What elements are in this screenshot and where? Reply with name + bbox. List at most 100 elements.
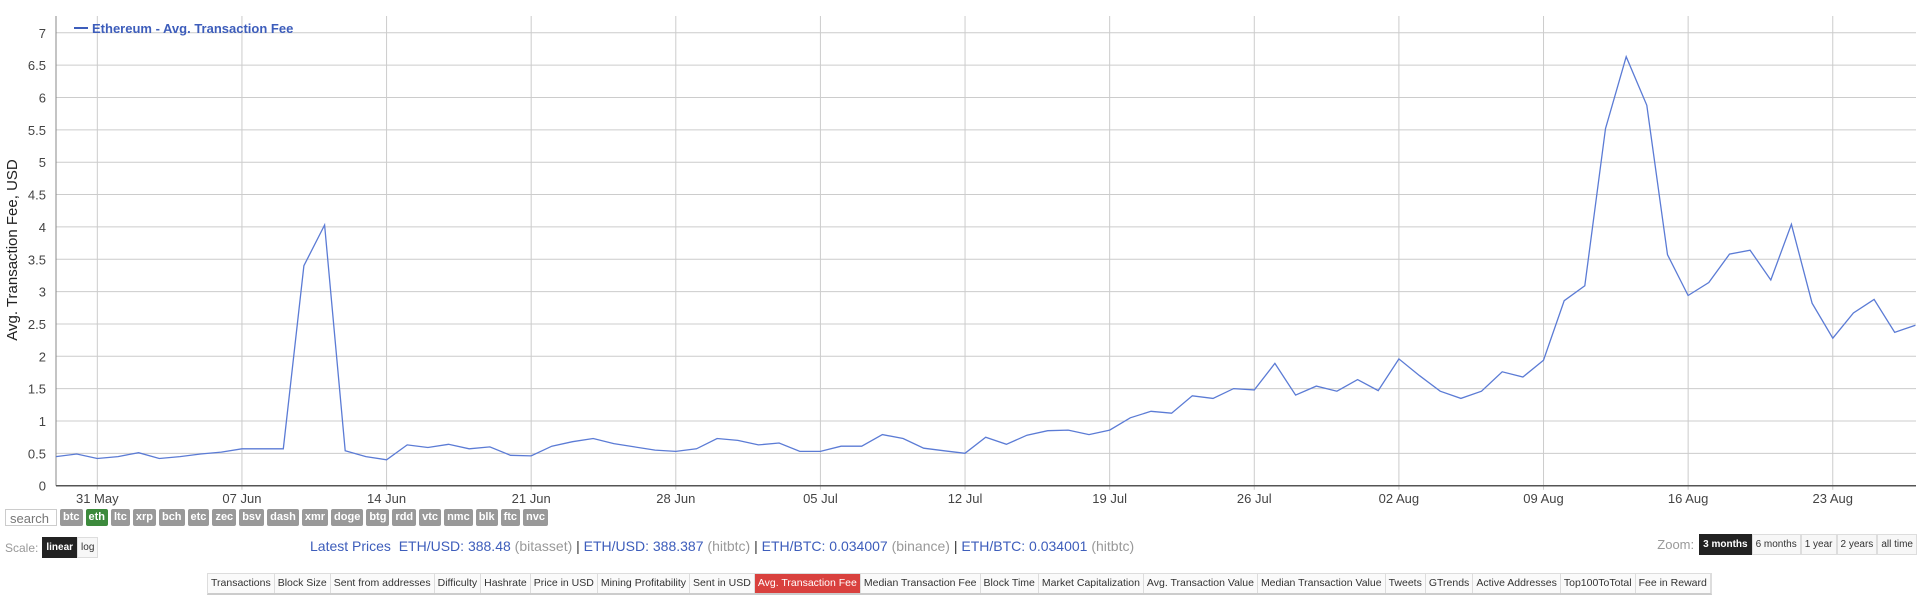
coin-button-eth[interactable]: eth [85,509,108,526]
x-tick-label: 21 Jun [512,491,551,506]
x-tick-label: 23 Aug [1813,491,1854,506]
zoom-label: Zoom: [1657,537,1695,552]
coin-button-xmr[interactable]: xmr [301,509,329,526]
nav-item[interactable]: Median Transaction Fee [860,574,981,593]
price-link[interactable]: ETH/BTC: 0.034007 [762,538,888,554]
y-tick-label: 7 [39,26,46,41]
y-tick-label: 6.5 [28,58,46,73]
coin-button-ftc[interactable]: ftc [500,509,521,526]
series-line [55,54,1916,461]
scale-log-button[interactable]: log [77,537,99,558]
nav-item[interactable]: Tweets [1385,574,1426,593]
coin-button-btg[interactable]: btg [366,509,390,526]
x-tick-label: 16 Aug [1668,491,1709,506]
y-tick-label: 4.5 [28,188,46,203]
x-tick-label: 28 Jun [656,491,695,506]
coin-button-nvc[interactable]: nvc [523,509,549,526]
price-source: (binance) [891,538,950,554]
metric-nav: Transactions Block Size Sent from addresse… [207,573,1712,595]
coin-button-nmc[interactable]: nmc [444,509,473,526]
coin-button-rdd[interactable]: rdd [392,509,417,526]
x-tick-label: 26 Jul [1237,491,1272,506]
x-tick-label: 12 Jul [948,491,983,506]
price-link[interactable]: ETH/USD: 388.48 [399,538,511,554]
x-tick-label: 05 Jul [803,491,838,506]
legend[interactable]: Ethereum - Avg. Transaction Fee [74,21,293,36]
nav-item[interactable]: Difficulty [434,574,482,593]
coin-button-vtc[interactable]: vtc [419,509,442,526]
y-tick-label: 2 [39,349,46,364]
nav-item[interactable]: Block Time [980,574,1039,593]
nav-item[interactable]: Sent in USD [690,574,755,593]
nav-item[interactable]: Market Capitalization [1038,574,1144,593]
search-input[interactable]: search [5,509,57,526]
coin-button-blk[interactable]: blk [475,509,498,526]
coin-button-zec[interactable]: zec [212,509,237,526]
coin-selector: search btc eth ltc xrp bch etc zec bsv dash xmr do… [5,509,549,526]
nav-item[interactable]: Price in USD [530,574,598,593]
y-tick-label: 4 [39,220,46,235]
latest-prices: Latest Prices ETH/USD: 388.48 (bitasset)… [310,538,1134,554]
coin-button-xrp[interactable]: xrp [132,509,156,526]
legend-label: Ethereum - Avg. Transaction Fee [92,21,293,36]
x-tick-label: 19 Jul [1092,491,1127,506]
coin-button-bsv[interactable]: bsv [239,509,265,526]
y-tick-label: 0.5 [28,446,46,461]
zoom-button[interactable]: all time [1877,534,1917,555]
nav-item[interactable]: Sent from addresses [330,574,435,593]
y-ticks: 0 0.5 1 1.5 2 2.5 3 3.5 4 4.5 5 5.5 6 6.5 7 [28,26,46,494]
nav-item[interactable]: GTrends [1425,574,1474,593]
coin-button-dash[interactable]: dash [267,509,299,526]
latest-prices-label: Latest Prices [310,538,391,554]
y-tick-label: 5 [39,155,46,170]
y-tick-label: 2.5 [28,317,46,332]
scale-label: Scale: [5,540,39,555]
zoom-button[interactable]: 1 year [1800,534,1837,555]
x-tick-label: 09 Aug [1523,491,1564,506]
x-ticks: 31 May 07 Jun 14 Jun 21 Jun 28 Jun 05 Jul 12 J… [76,491,1853,506]
price-link[interactable]: ETH/BTC: 0.034001 [961,538,1087,554]
zoom-selector: Zoom: 3 months 6 months 1 year 2 years all t… [1657,534,1917,555]
scale-linear-button[interactable]: linear [42,537,78,558]
separator: | [754,538,758,554]
nav-item[interactable]: Fee in Reward [1635,574,1711,593]
x-tick-label: 07 Jun [222,491,261,506]
coin-button-ltc[interactable]: ltc [111,509,130,526]
x-tick-label: 31 May [76,491,119,506]
nav-item[interactable]: Transactions [208,574,275,593]
zoom-buttons: 3 months 6 months 1 year 2 years all time [1699,534,1917,555]
nav-item[interactable]: Mining Profitability [597,574,691,593]
nav-item[interactable]: Top100ToTotal [1560,574,1636,593]
scale-toggle: Scale: linear log [5,537,99,558]
grid [55,16,1916,490]
nav-item[interactable]: Block Size [274,574,331,593]
price-link[interactable]: ETH/USD: 388.387 [584,538,704,554]
nav-item[interactable]: Active Addresses [1473,574,1561,593]
separator: | [953,538,958,554]
separator: | [576,538,580,554]
price-source: (hitbtc) [707,538,751,554]
nav-item[interactable]: Avg. Transaction Fee [754,574,861,593]
coin-button-etc[interactable]: etc [187,509,210,526]
coin-button-btc[interactable]: btc [60,509,83,526]
coin-buttons: btc eth ltc xrp bch etc zec bsv dash xmr doge btg rd… [60,509,549,526]
zoom-button[interactable]: 2 years [1836,534,1878,555]
y-tick-label: 1 [39,414,46,429]
zoom-button[interactable]: 3 months [1699,534,1752,555]
coin-button-doge[interactable]: doge [331,509,364,526]
nav-item[interactable]: Hashrate [481,574,531,593]
y-tick-label: 5.5 [28,123,46,138]
price-source: (hitbtc) [1091,538,1135,554]
y-tick-label: 3.5 [28,252,46,267]
nav-item[interactable]: Avg. Transaction Value [1143,574,1258,593]
y-tick-label: 1.5 [28,382,46,397]
x-tick-label: 14 Jun [367,491,406,506]
y-tick-label: 6 [39,91,46,106]
nav-item[interactable]: Median Transaction Value [1257,574,1386,593]
y-axis-title: Avg. Transaction Fee, USD [4,159,21,341]
price-source: (bitasset) [514,538,573,554]
fee-chart: 0 0.5 1 1.5 2 2.5 3 3.5 4 4.5 5 5.5 6 6.5 7 31 May 07 J… [4,16,1916,506]
zoom-button[interactable]: 6 months [1751,534,1801,555]
y-tick-label: 3 [39,285,46,300]
coin-button-bch[interactable]: bch [158,509,185,526]
